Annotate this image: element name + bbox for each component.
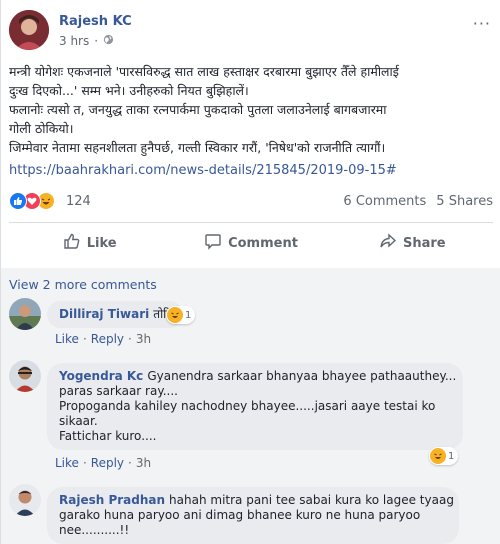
comment-button[interactable]: Comment xyxy=(170,226,331,260)
comment-text: Gyanendra sarkaar bhanyaa bhayee pathaau… xyxy=(147,369,457,383)
comment-text: hahah mitra pani tee sabai kura ko lagee… xyxy=(169,493,454,507)
separator: · xyxy=(128,456,132,470)
comment-time[interactable]: 3h xyxy=(136,456,151,470)
comment-actions: Like · Reply · 3h xyxy=(55,332,151,346)
comment-line: garako huna paryoo ani dimag bhanee kuro… xyxy=(59,508,421,522)
comment-line: Propoganda kahiley nachodney bhayee.....… xyxy=(59,399,436,413)
comment-reply-link[interactable]: Reply xyxy=(91,456,124,470)
comment-bubble: Rajesh Pradhan hahah mitra pani tee sabai… xyxy=(47,487,459,544)
author-name[interactable]: Rajesh KC xyxy=(59,14,132,29)
post-line: दुःख दिएको...' सम्म भने। उनीहरुको नियत ब… xyxy=(9,83,249,98)
globe-icon[interactable] xyxy=(103,34,114,48)
commenter-name[interactable]: Rajesh Pradhan xyxy=(59,493,165,507)
share-label: Share xyxy=(403,235,446,251)
share-button[interactable]: Share xyxy=(332,226,493,260)
author-avatar[interactable] xyxy=(9,10,49,50)
separator: · xyxy=(82,332,87,346)
comment-line: nee..........!! xyxy=(59,523,130,537)
comment-reaction[interactable]: 1 xyxy=(166,306,196,324)
commenter-avatar[interactable] xyxy=(9,484,41,516)
comment-bubble: Yogendra Kc Gyanendra sarkaar bhanyaa bha… xyxy=(47,363,463,450)
separator: · xyxy=(128,332,132,346)
like-button[interactable]: Like xyxy=(9,226,170,260)
comment-time[interactable]: 3h xyxy=(136,332,151,346)
haha-icon xyxy=(430,448,446,464)
reaction-count: 1 xyxy=(448,450,455,462)
post-line: मन्त्री योगेशः एकजनाले 'पारसविरुद्ध सात … xyxy=(9,64,399,79)
comment-like-link[interactable]: Like xyxy=(55,332,79,346)
thumbs-up-icon xyxy=(63,232,81,254)
view-more-comments[interactable]: View 2 more comments xyxy=(9,277,157,292)
comment-icon xyxy=(204,232,222,254)
avatar-image xyxy=(9,10,49,50)
commenter-name[interactable]: Dilliraj Tiwari xyxy=(59,307,149,321)
post-line: जिम्मेवार नेतामा सहनशीलता हुनैपर्छ, गल्त… xyxy=(9,140,386,155)
post-header: Rajesh KC 3 hrs · ··· xyxy=(9,10,493,56)
share-icon xyxy=(379,232,397,254)
reaction-count[interactable]: 124 xyxy=(66,194,91,209)
comment-bubble: Dilliraj Tiwari तोरि xyxy=(47,301,184,328)
comment-actions: Like · Reply · 3h xyxy=(55,456,151,470)
like-label: Like xyxy=(86,235,117,251)
divider xyxy=(9,222,493,223)
comment-reply-link[interactable]: Reply xyxy=(91,332,124,346)
post-meta: 3 hrs · xyxy=(59,34,114,48)
more-options-icon[interactable]: ··· xyxy=(473,14,491,33)
post-line: गोली ठोकियो। xyxy=(9,121,74,136)
post-line: फलानोः त्यसो त, जनयुद्ध ताका रत्नपार्कमा… xyxy=(9,102,387,117)
comment-line: Fattichar kuro.... xyxy=(59,429,157,443)
commenter-name[interactable]: Yogendra Kc xyxy=(59,369,143,383)
post-stats: 6 Comments 5 Shares xyxy=(343,194,493,209)
shares-count[interactable]: 5 Shares xyxy=(436,194,493,209)
reactions-bar: 124 6 Comments 5 Shares xyxy=(9,190,493,214)
reaction-icons[interactable] xyxy=(9,192,69,212)
comment-reaction[interactable]: 1 xyxy=(429,447,459,465)
post-link[interactable]: https://baahrakhari.com/news-details/215… xyxy=(9,163,397,178)
separator: · xyxy=(82,456,87,470)
comment-label: Comment xyxy=(228,235,298,251)
commenter-avatar[interactable] xyxy=(9,298,41,330)
post-body: मन्त्री योगेशः एकजनाले 'पारसविरुद्ध सात … xyxy=(9,62,495,157)
haha-icon xyxy=(167,307,183,323)
post-time[interactable]: 3 hrs xyxy=(59,34,89,48)
commenter-avatar[interactable] xyxy=(9,360,41,392)
reaction-count: 1 xyxy=(185,309,192,321)
comment-like-link[interactable]: Like xyxy=(55,456,79,470)
comment-line: paras sarkaar ray.... xyxy=(59,384,178,398)
comment-line: sikaar. xyxy=(59,414,98,428)
post-card: Rajesh KC 3 hrs · ··· मन्त्री योगेशः एकज… xyxy=(0,0,500,544)
meta-separator: · xyxy=(94,34,99,48)
comments-count[interactable]: 6 Comments xyxy=(343,194,426,209)
like-reaction-icon xyxy=(9,192,27,210)
post-actions: Like Comment Share xyxy=(9,226,493,260)
